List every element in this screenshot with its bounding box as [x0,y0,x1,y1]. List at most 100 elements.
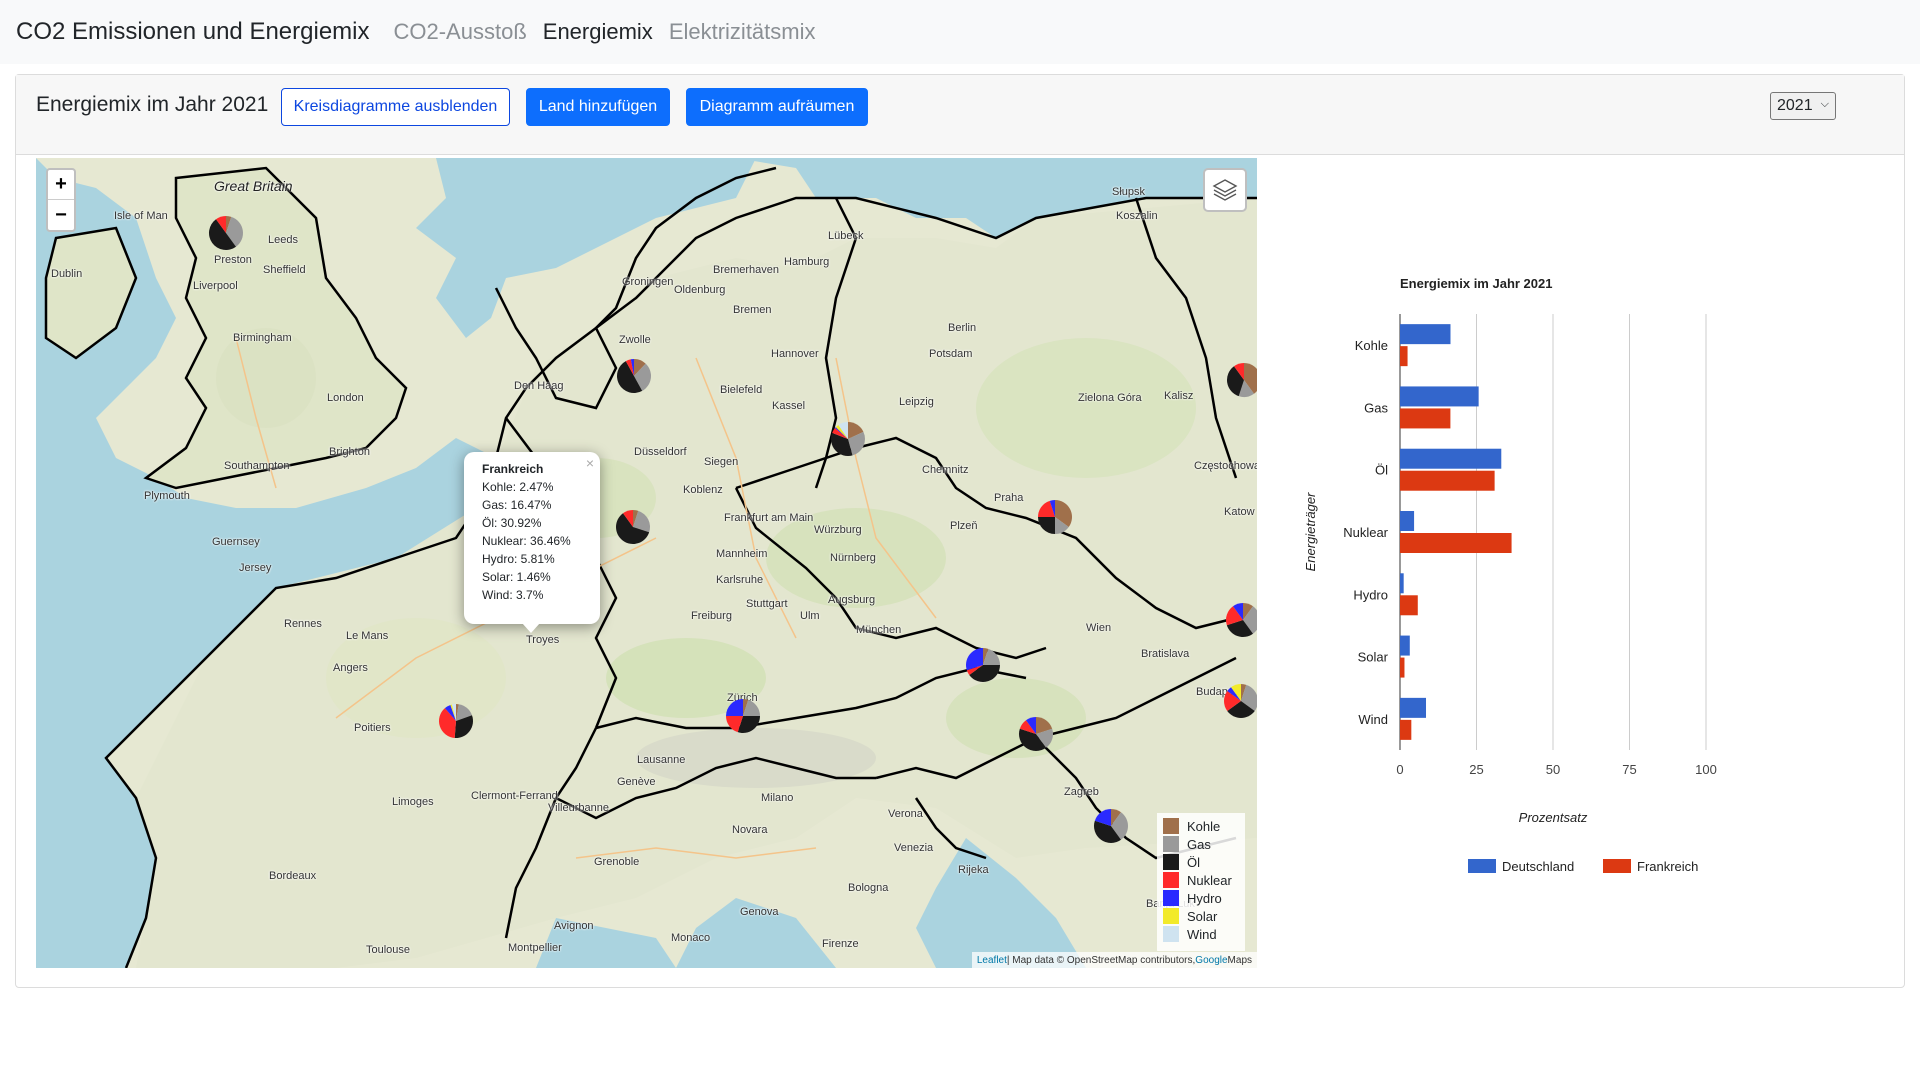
layers-control[interactable] [1203,168,1247,212]
x-axis-label: Prozentsatz [1519,810,1588,825]
country-pie-marker[interactable] [1227,363,1257,397]
y-category-label: Öl [1375,463,1388,478]
bar-frankreich[interactable] [1400,408,1451,429]
zoom-out-button[interactable]: − [48,200,74,230]
y-category-label: Nuklear [1343,525,1388,540]
bar-deutschland[interactable] [1400,697,1427,718]
bar-frankreich[interactable] [1400,719,1412,740]
popup-line-oel: Öl: 30.92% [482,516,542,530]
legend-label: Gas [1187,836,1211,852]
chart-legend-label: Deutschland [1502,859,1574,874]
country-pie-marker[interactable] [615,510,650,544]
bar-deutschland[interactable] [1400,324,1451,345]
x-tick-label: 50 [1546,762,1560,777]
legend-swatch [1163,926,1179,942]
chart-legend-item[interactable]: Deutschland [1468,859,1574,874]
legend-item-oel: Öl [1163,853,1239,871]
popup-line-gas: Gas: 16.47% [482,498,552,512]
country-pie-marker[interactable] [208,216,243,251]
legend-swatch [1163,890,1179,906]
card-header: Energiemix im Jahr 2021 Kreisdiagramme a… [16,75,1904,155]
x-tick-label: 75 [1622,762,1636,777]
chevron-down-icon: ⌵ [1820,98,1829,110]
legend-swatch [1163,836,1179,852]
nav-link-energiemix[interactable]: Energiemix [543,19,653,45]
google-link[interactable]: Google [1195,955,1227,966]
popup-line-hydro: Hydro: 5.81% [482,552,555,566]
country-pie-marker[interactable] [617,359,651,393]
legend-item-gas: Gas [1163,835,1239,853]
legend-label: Solar [1187,908,1218,924]
bar-frankreich[interactable] [1400,346,1408,367]
legend-label: Hydro [1187,890,1222,906]
popup-title: Frankreich [482,462,544,476]
country-pie-marker[interactable] [1038,500,1072,534]
bar-deutschland[interactable] [1400,635,1410,656]
leaflet-link[interactable]: Leaflet [977,955,1007,966]
pie-marker-layer [208,216,1257,843]
y-category-label: Hydro [1353,587,1388,602]
country-pie-marker[interactable] [831,422,866,457]
bar-frankreich[interactable] [1400,657,1405,678]
bar-frankreich[interactable] [1400,533,1512,553]
bar-deutschland[interactable] [1400,386,1479,407]
country-pie-marker[interactable] [726,699,760,733]
x-tick-label: 25 [1469,762,1483,777]
nav-link-co2[interactable]: CO2-Ausstoß [394,19,527,45]
add-country-button[interactable]: Land hinzufügen [526,88,670,126]
country-popup: Frankreich × Kohle: 2.47% Gas: 16.47% Öl… [464,452,600,624]
zoom-in-button[interactable]: + [48,170,74,200]
chart-legend-label: Frankreich [1637,859,1698,874]
popup-line-kohle: Kohle: 2.47% [482,480,554,494]
chart-title: Energiemix im Jahr 2021 [1400,276,1552,291]
bar-frankreich[interactable] [1400,595,1418,616]
bar-deutschland[interactable] [1400,573,1404,594]
bar-frankreich[interactable] [1400,470,1495,491]
clear-chart-button[interactable]: Diagramm aufräumen [686,88,868,126]
country-pie-marker[interactable] [1018,717,1053,751]
map-view[interactable]: Great Britain Isle of Man Dublin Leeds P… [36,158,1257,968]
layers-icon [1212,179,1238,201]
popup-line-solar: Solar: 1.46% [482,570,551,584]
bar-deutschland[interactable] [1400,448,1502,469]
country-pie-marker[interactable] [1094,809,1128,843]
country-pie-marker[interactable] [966,648,1000,682]
close-icon[interactable]: × [586,454,594,472]
nav-link-elektrizitaetsmix[interactable]: Elektrizitätsmix [669,19,816,45]
y-axis-label: Energieträger [1303,492,1318,571]
legend-swatch [1163,872,1179,888]
legend-item-nuklear: Nuklear [1163,871,1239,889]
map-legend: Kohle Gas Öl Nuklear Hydro Solar Wind [1157,813,1245,951]
y-category-label: Gas [1364,400,1388,415]
app-brand[interactable]: CO2 Emissionen und Energiemix [16,18,370,46]
attribution-text: | Map data © OpenStreetMap contributors, [1006,954,1196,966]
legend-item-solar: Solar [1163,907,1239,925]
country-pie-marker[interactable] [1225,603,1257,637]
country-pie-marker[interactable] [1224,684,1257,718]
zoom-control: + − [46,168,76,232]
legend-label: Nuklear [1187,872,1232,888]
y-category-label: Kohle [1355,338,1388,353]
x-tick-label: 100 [1695,762,1717,777]
chart-legend-swatch [1468,859,1496,873]
legend-label: Wind [1187,926,1217,942]
popup-tip [522,623,540,633]
page-title: Energiemix im Jahr 2021 [36,93,269,116]
bar-chart-svg: Energiemix im Jahr 2021 0 25 50 75 100 Kohle Ga… [1303,276,1717,874]
bar-deutschland[interactable] [1400,511,1415,531]
hide-pies-button[interactable]: Kreisdiagramme ausblenden [281,88,510,126]
legend-swatch [1163,854,1179,870]
country-pie-marker[interactable] [438,704,474,738]
top-navbar: CO2 Emissionen und Energiemix CO2-Aussto… [0,0,1920,64]
legend-item-wind: Wind [1163,925,1239,943]
y-category-label: Solar [1358,650,1389,665]
year-select[interactable]: 2021 ⌵ [1770,92,1836,120]
legend-label: Öl [1187,854,1200,870]
legend-item-kohle: Kohle [1163,817,1239,835]
chart-legend-item[interactable]: Frankreich [1603,859,1698,874]
year-select-value: 2021 [1777,97,1813,114]
legend-swatch [1163,818,1179,834]
pie-slice [726,699,743,716]
x-tick-label: 0 [1396,762,1403,777]
pie-slice [1038,517,1055,534]
